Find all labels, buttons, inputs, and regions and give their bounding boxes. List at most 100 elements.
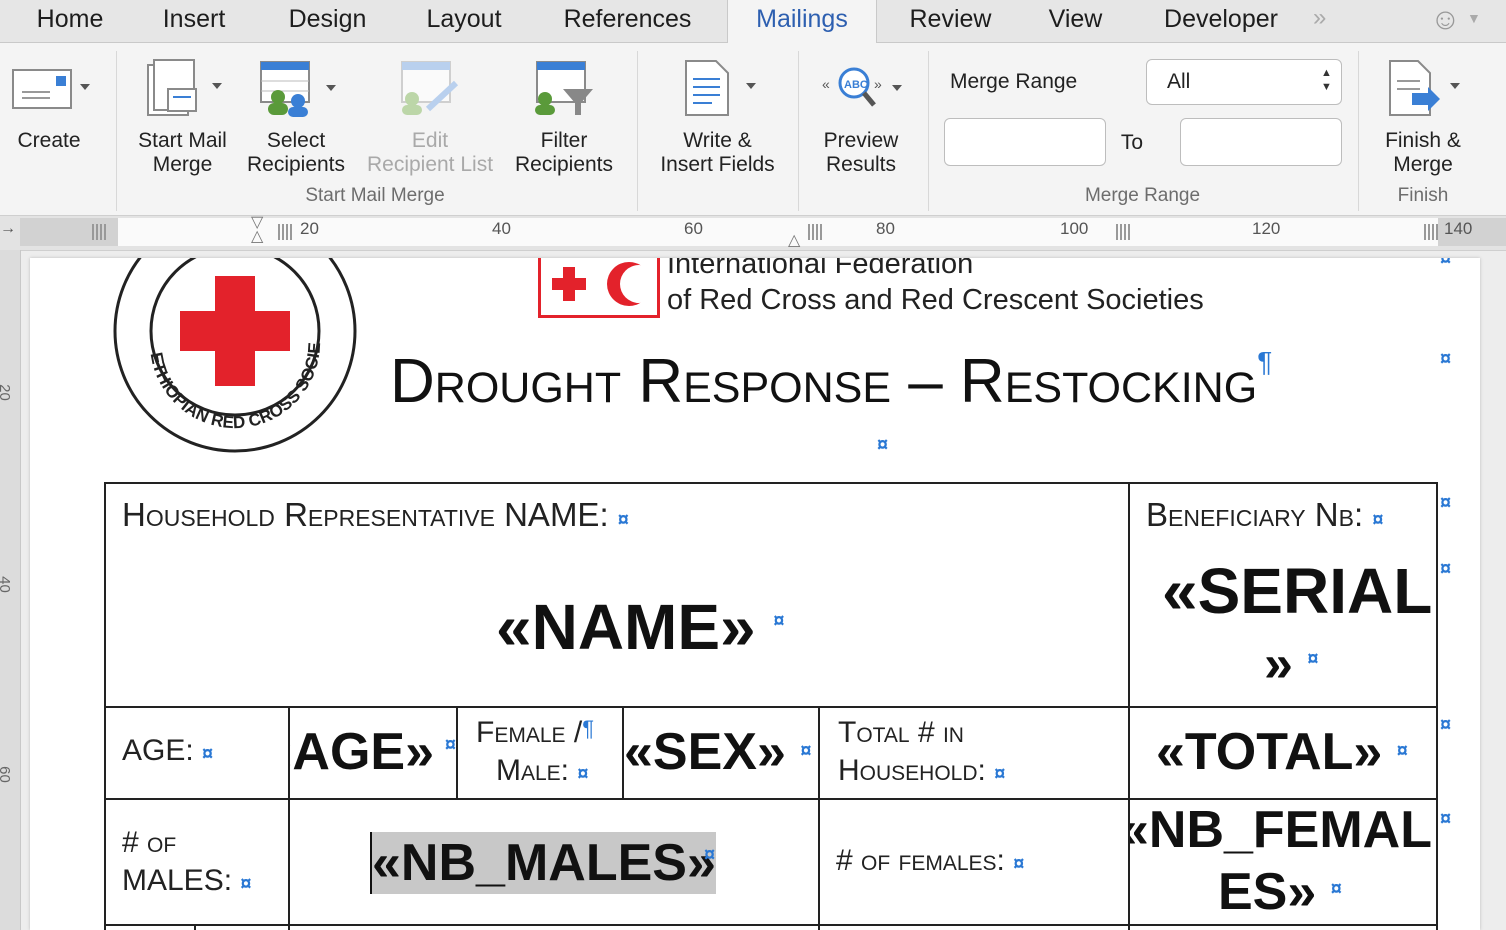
age-merge-field-cell[interactable]: «AGE» ¤ bbox=[290, 708, 456, 798]
ifrc-emblem bbox=[538, 258, 660, 318]
tab-layout[interactable]: Layout bbox=[410, 0, 518, 42]
sex-merge-field[interactable]: «SEX» ¤ bbox=[624, 722, 811, 782]
svg-text:«: « bbox=[822, 76, 830, 92]
cell-marker-icon: ¤ bbox=[1440, 714, 1452, 736]
tab-review[interactable]: Review bbox=[893, 0, 1008, 42]
filter-recipients-button[interactable] bbox=[533, 61, 597, 124]
beneficiary-table: Household Representative NAME: ¤ «NAME» … bbox=[104, 482, 1438, 930]
ifrc-line-1: International Federation bbox=[667, 258, 974, 280]
right-indent-marker-icon[interactable]: △ bbox=[788, 230, 800, 250]
serial-merge-field[interactable]: «SERIAL bbox=[1162, 554, 1432, 628]
column-marker-icon[interactable] bbox=[92, 224, 108, 240]
household-name-label: Household Representative NAME: ¤ bbox=[122, 496, 629, 534]
finish-merge-icon bbox=[1389, 60, 1460, 116]
indent-marker-icon[interactable]: ▽ △ bbox=[251, 215, 263, 245]
magnifier-abc-icon: « ABC » bbox=[822, 67, 902, 107]
edit-recipient-list-button[interactable] bbox=[398, 61, 462, 124]
document-stack-icon bbox=[147, 59, 222, 116]
merge-range-value: All bbox=[1167, 70, 1191, 93]
document-page[interactable]: ETHIOPIAN RED CROSS SOCIETY Internationa… bbox=[30, 258, 1480, 930]
tab-design[interactable]: Design bbox=[270, 0, 385, 42]
tab-home[interactable]: Home bbox=[20, 0, 120, 42]
cell-marker-icon: ¤ bbox=[994, 763, 1006, 785]
write-insert-fields-button[interactable] bbox=[684, 59, 764, 124]
edit-list-icon bbox=[401, 61, 459, 115]
document-title[interactable]: Drought Response – Restocking¶ bbox=[390, 346, 1272, 417]
column-marker-icon[interactable] bbox=[808, 224, 824, 240]
smiley-feedback-icon[interactable]: ☺ bbox=[1430, 3, 1461, 37]
males-merge-field-selection[interactable]: «NB_MALES» bbox=[370, 832, 716, 894]
pilcrow-mark: ¶ bbox=[582, 716, 595, 741]
cell-marker-icon: ¤ bbox=[202, 743, 214, 765]
svg-text:»: » bbox=[874, 76, 882, 92]
envelope-icon bbox=[12, 69, 90, 109]
start-mail-merge-label-2: Merge bbox=[152, 153, 213, 176]
merge-range-select[interactable]: All ▲ ▼ bbox=[1146, 59, 1342, 105]
select-recipients-button[interactable] bbox=[260, 61, 340, 124]
cell-marker-icon: ¤ bbox=[773, 610, 785, 632]
preview-results-button[interactable]: « ABC » bbox=[820, 63, 910, 118]
cell-marker-icon: ¤ bbox=[240, 873, 252, 895]
merge-range-from-input[interactable] bbox=[944, 118, 1106, 166]
tab-view[interactable]: View bbox=[1033, 0, 1118, 42]
finish-label-2: Merge bbox=[1393, 153, 1453, 176]
filter-recipients-label-1: Filter bbox=[540, 129, 588, 152]
edit-recipient-label-2: Recipient List bbox=[366, 153, 494, 176]
column-marker-icon[interactable] bbox=[1116, 224, 1132, 240]
chevron-down-icon[interactable]: ▼ bbox=[1467, 10, 1481, 26]
group-label-merge-range: Merge Range bbox=[1084, 185, 1201, 206]
name-merge-field[interactable]: «NAME» ¤ bbox=[496, 590, 785, 664]
table-border bbox=[1436, 482, 1438, 930]
males-label-2: MALES: ¤ bbox=[122, 864, 252, 898]
cell-marker-icon: ¤ bbox=[1307, 648, 1319, 670]
total-household-label-2-text: Household: bbox=[838, 754, 986, 787]
ifrc-line-2: of Red Cross and Red Crescent Societies bbox=[667, 284, 1204, 316]
tab-mailings[interactable]: Mailings bbox=[727, 0, 877, 43]
merge-range-to-input[interactable] bbox=[1180, 118, 1342, 166]
to-label: To bbox=[1120, 131, 1144, 154]
beneficiary-number-label: Beneficiary Nb: ¤ bbox=[1146, 496, 1383, 534]
ribbon-separator bbox=[116, 51, 117, 211]
horizontal-ruler[interactable]: → 20 40 60 80 100 120 140 ▽ △ △ bbox=[0, 215, 1506, 251]
table-border bbox=[194, 924, 196, 930]
filter-icon bbox=[535, 61, 593, 115]
tab-developer[interactable]: Developer bbox=[1145, 0, 1297, 42]
write-insert-label-1: Write & bbox=[683, 129, 752, 152]
females-label-text: # of females: bbox=[836, 844, 1005, 877]
finish-merge-button[interactable] bbox=[1388, 59, 1468, 124]
ribbon-tab-bar: Home Insert Design Layout References Mai… bbox=[0, 0, 1506, 43]
cell-marker-icon: ¤ bbox=[1330, 878, 1342, 900]
total-merge-field[interactable]: «TOTAL» ¤ bbox=[1156, 722, 1408, 782]
cell-marker-icon: ¤ bbox=[1440, 492, 1452, 514]
cell-marker-icon: ¤ bbox=[1440, 558, 1452, 580]
create-button[interactable] bbox=[12, 68, 97, 118]
recipients-list-icon bbox=[260, 61, 336, 117]
males-merge-field: «NB_MALES» bbox=[372, 834, 716, 892]
cell-marker-icon: ¤ bbox=[444, 734, 456, 756]
ruler-number: 80 bbox=[876, 219, 895, 238]
cell-marker-icon: ¤ bbox=[1440, 258, 1452, 270]
vertical-ruler: 20 40 60 bbox=[0, 250, 21, 930]
more-tabs-chevron-icon[interactable]: » bbox=[1313, 4, 1326, 32]
female-male-label-1-text: Female / bbox=[476, 716, 583, 749]
total-household-label-2: Household: ¤ bbox=[838, 754, 1005, 788]
start-mail-merge-button[interactable] bbox=[146, 59, 226, 124]
tab-references[interactable]: References bbox=[545, 0, 710, 42]
column-marker-icon[interactable] bbox=[278, 224, 294, 240]
total-merge-field-text: «TOTAL» bbox=[1156, 723, 1383, 781]
serial-merge-field-end[interactable]: » ¤ bbox=[1264, 634, 1319, 694]
ribbon-separator bbox=[798, 51, 799, 211]
cell-marker-icon: ¤ bbox=[800, 740, 812, 762]
ruler-number: 40 bbox=[492, 219, 511, 238]
females-merge-field-cell[interactable]: «NB_FEMAL ES» ¤ bbox=[1130, 800, 1436, 924]
preview-label-1: Preview bbox=[823, 129, 899, 152]
vruler-number: 60 bbox=[0, 766, 13, 783]
tab-insert[interactable]: Insert bbox=[144, 0, 244, 42]
ribbon-separator bbox=[1358, 51, 1359, 211]
females-merge-field-end: ES» ¤ bbox=[1218, 862, 1342, 922]
select-recipients-label-1: Select bbox=[266, 129, 326, 152]
column-marker-icon[interactable] bbox=[1424, 224, 1440, 240]
females-merge-field: «NB_FEMAL bbox=[1130, 801, 1432, 859]
title-text: Drought Response – Restocking bbox=[390, 347, 1258, 416]
red-cross-crescent-icon bbox=[552, 262, 658, 306]
